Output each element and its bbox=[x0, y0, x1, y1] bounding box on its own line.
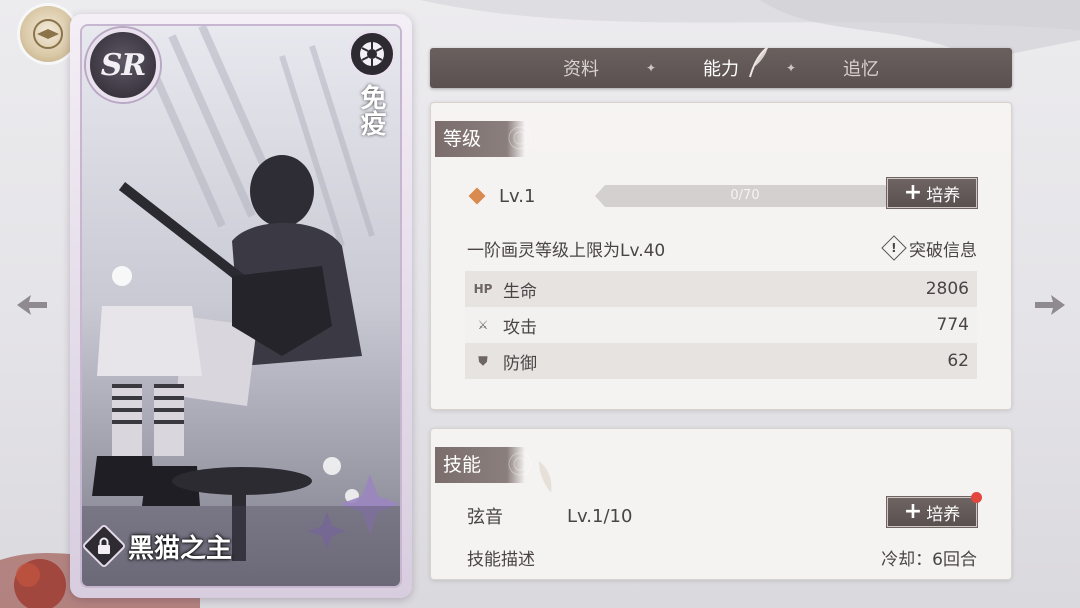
rose-ornament-icon bbox=[508, 452, 532, 476]
rarity-text: SR bbox=[100, 47, 147, 83]
rarity-badge: SR bbox=[86, 28, 160, 102]
character-card: SR 免疫 黑猫之主 bbox=[70, 14, 412, 598]
skill-section-title: 技能 bbox=[435, 447, 532, 483]
hp-icon: HP bbox=[473, 282, 493, 296]
stat-row-defense: ⛊ 防御 62 bbox=[465, 343, 977, 379]
level-section-title: 等级 bbox=[435, 121, 532, 157]
card-artwork-frame: SR 免疫 黑猫之主 bbox=[80, 24, 402, 588]
skill-desc-row: 技能描述 冷却：6回合 bbox=[467, 544, 977, 570]
home-badge-button[interactable] bbox=[20, 6, 76, 62]
attack-icon: ⚔ bbox=[477, 318, 489, 332]
attribute-badge bbox=[348, 30, 396, 78]
plus-icon: + bbox=[903, 499, 923, 524]
feather-icon bbox=[539, 461, 552, 493]
stat-row-hp: HP 生命 2806 bbox=[465, 271, 977, 307]
stat-name: 攻击 bbox=[503, 317, 537, 338]
tab-separator: ✦ bbox=[646, 61, 657, 75]
stat-name: 生命 bbox=[503, 281, 537, 302]
tab-ability-label: 能力 bbox=[703, 59, 739, 80]
stat-name: 防御 bbox=[503, 353, 537, 374]
skill-cultivate-label: 培养 bbox=[926, 504, 961, 525]
tab-bar: 资料 ✦ 能力 ✦ 追忆 bbox=[430, 46, 1012, 88]
skill-panel: 技能 弦音 Lv.1/10 + 培养 技能描述 冷却：6回合 bbox=[430, 428, 1012, 580]
skill-cultivate-button[interactable]: + 培养 bbox=[886, 492, 982, 528]
aperture-icon bbox=[360, 42, 384, 66]
level-diamond-icon bbox=[468, 187, 486, 205]
arrow-left-icon bbox=[17, 295, 47, 315]
character-name: 黑猫之主 bbox=[128, 533, 233, 564]
skill-section-title-text: 技能 bbox=[443, 454, 482, 476]
breakthrough-info-label: 突破信息 bbox=[909, 240, 977, 261]
skill-level: Lv.1/10 bbox=[567, 505, 633, 527]
tab-memories[interactable]: 追忆 bbox=[796, 55, 926, 81]
level-cultivate-button[interactable]: + 培养 bbox=[886, 177, 978, 209]
exclamation-icon: ! bbox=[881, 235, 907, 261]
skill-cooldown: 冷却：6回合 bbox=[881, 549, 977, 570]
tab-ability[interactable]: 能力 bbox=[656, 46, 786, 81]
xp-progress-bar: 0/70 bbox=[595, 185, 895, 207]
attribute-label: 免疫 bbox=[356, 84, 386, 136]
breakthrough-info-button[interactable]: ! 突破信息 bbox=[881, 235, 977, 261]
stat-value: 774 bbox=[936, 315, 969, 335]
next-card-arrow[interactable] bbox=[1030, 285, 1070, 325]
level-limit-text: 一阶画灵等级上限为Lv.40 bbox=[467, 240, 666, 261]
level-cultivate-label: 培养 bbox=[926, 185, 961, 206]
notification-dot bbox=[971, 492, 982, 503]
level-panel: 等级 Lv.1 0/70 + 培养 一阶画灵等级上限为Lv.40 ! 突破信息 … bbox=[430, 102, 1012, 410]
tab-separator: ✦ bbox=[786, 61, 797, 75]
level-section-title-text: 等级 bbox=[443, 128, 482, 150]
level-limit-row: 一阶画灵等级上限为Lv.40 ! 突破信息 bbox=[467, 234, 977, 262]
quill-icon bbox=[749, 46, 769, 78]
level-value: Lv.1 bbox=[499, 185, 536, 207]
arrow-right-icon bbox=[1035, 295, 1065, 315]
skill-row: 弦音 Lv.1/10 bbox=[467, 501, 887, 531]
defense-icon: ⛊ bbox=[478, 353, 488, 368]
tab-profile[interactable]: 资料 bbox=[516, 55, 646, 81]
compass-icon bbox=[33, 19, 63, 49]
card-name-plate: 黑猫之主 bbox=[82, 522, 232, 570]
stat-row-attack: ⚔ 攻击 774 bbox=[465, 307, 977, 343]
lock-icon[interactable] bbox=[82, 523, 127, 569]
stat-value: 2806 bbox=[925, 279, 969, 299]
xp-progress-text: 0/70 bbox=[730, 188, 760, 203]
stat-value: 62 bbox=[947, 351, 969, 371]
skill-name: 弦音 bbox=[467, 507, 503, 528]
plus-icon: + bbox=[903, 180, 923, 205]
rose-ornament-icon bbox=[508, 126, 532, 150]
skill-description-label[interactable]: 技能描述 bbox=[467, 545, 535, 570]
prev-card-arrow[interactable] bbox=[12, 285, 52, 325]
stat-list: HP 生命 2806 ⚔ 攻击 774 ⛊ 防御 62 bbox=[465, 271, 977, 379]
